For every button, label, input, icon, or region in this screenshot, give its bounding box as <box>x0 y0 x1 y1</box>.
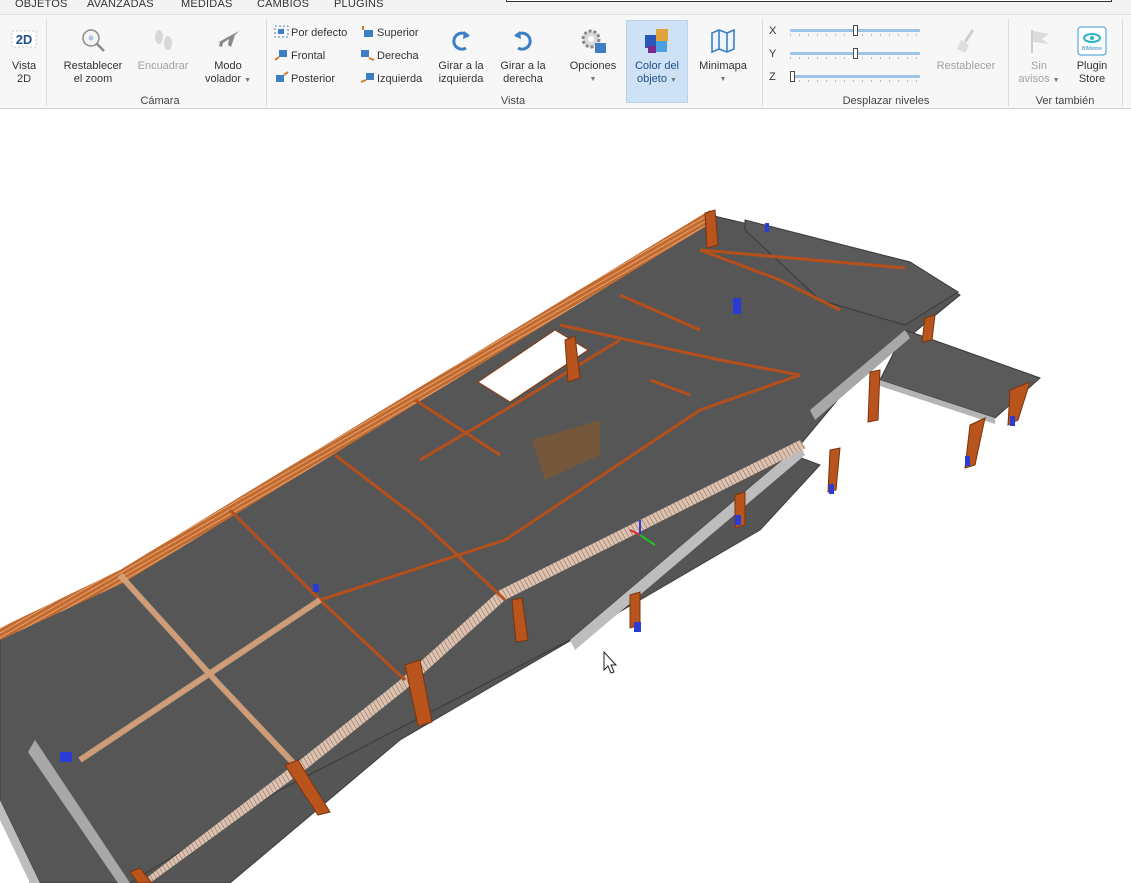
broom-icon <box>951 26 981 56</box>
view-default-label: Por defecto <box>291 27 348 39</box>
view-left-button[interactable]: Izquierda <box>360 71 422 86</box>
fit-label: Encuadrar <box>137 60 189 72</box>
view-front-label: Frontal <box>291 50 326 62</box>
object-color-button[interactable]: Color del objeto ▼ <box>626 20 688 103</box>
z-level-slider[interactable] <box>790 70 920 84</box>
tab-objetos[interactable]: OBJETOS <box>15 0 68 10</box>
view-2d-label: Vista <box>11 60 37 72</box>
fly-mode-label-2: volador <box>204 73 242 85</box>
warnings-label-2: avisos <box>1018 73 1050 85</box>
view-2d-button[interactable]: 2D Vista 2D <box>4 29 44 86</box>
view-top-button[interactable]: Superior <box>360 25 419 40</box>
y-slider-label: Y <box>769 48 777 60</box>
dropdown-caret-icon: ▼ <box>670 77 677 84</box>
fly-mode-button[interactable]: Modo volador ▼ <box>200 26 256 87</box>
rotate-left-label-2: izquierda <box>438 73 484 85</box>
dropdown-caret-icon: ▼ <box>589 76 597 83</box>
cube-left-icon <box>360 73 374 83</box>
reset-levels-button[interactable]: Restablecer <box>932 26 1000 73</box>
bimstore-logo-icon: BIMstore <box>1077 26 1107 56</box>
cube-right-icon <box>361 50 375 61</box>
object-color-label: Color del <box>634 60 680 72</box>
flag-icon <box>1024 26 1054 56</box>
options-label: Opciones <box>569 60 617 72</box>
view-2d-label-2: 2D <box>16 73 32 85</box>
warnings-button[interactable]: Sin avisos ▼ <box>1014 26 1064 87</box>
group-label-see-also: Ver también <box>1035 95 1095 107</box>
svg-text:2D: 2D <box>16 32 33 47</box>
3d-viewport[interactable] <box>0 110 1131 883</box>
airplane-icon <box>213 26 243 56</box>
warnings-label: Sin <box>1031 60 1047 72</box>
object-color-label-2: objeto <box>637 73 667 85</box>
footprints-icon <box>148 26 178 56</box>
colored-cubes-icon <box>642 26 672 56</box>
z-slider-thumb[interactable] <box>790 71 795 82</box>
minimap-label: Minimapa <box>699 60 747 72</box>
view-2d-icon: 2D <box>11 29 37 51</box>
rotate-right-icon <box>508 26 538 56</box>
z-slider-label: Z <box>769 71 776 83</box>
map-icon <box>708 26 738 56</box>
view-left-label: Izquierda <box>377 73 423 85</box>
view-front-button[interactable]: Frontal <box>274 48 325 63</box>
fly-mode-label: Modo <box>214 60 242 72</box>
group-label-camara: Cámara <box>140 95 180 107</box>
view-top-label: Superior <box>377 27 419 39</box>
view-default-icon <box>274 25 289 38</box>
tab-avanzadas[interactable]: AVANZADAS <box>87 0 154 10</box>
reset-zoom-button[interactable]: Restablecer el zoom <box>58 26 128 86</box>
fit-button[interactable]: Encuadrar <box>134 26 192 73</box>
rotate-right-label-2: derecha <box>503 73 543 85</box>
dropdown-caret-icon: ▼ <box>719 76 727 83</box>
x-slider-label: X <box>769 25 777 37</box>
tab-plugins[interactable]: PLUGINS <box>334 0 384 10</box>
reset-levels-label: Restablecer <box>936 60 996 72</box>
y-slider-thumb[interactable] <box>853 48 858 59</box>
group-label-vista: Vista <box>500 95 526 107</box>
minimap-button[interactable]: Minimapa ▼ <box>694 26 752 86</box>
view-right-label: Derecha <box>377 50 419 62</box>
view-back-label: Posterior <box>291 73 336 85</box>
magnifier-icon <box>78 26 108 56</box>
svg-text:BIMstore: BIMstore <box>1082 46 1102 52</box>
options-button[interactable]: Opciones ▼ <box>564 26 622 86</box>
ribbon-tab-strip: OBJETOS AVANZADAS MEDIDAS CAMBIOS PLUGIN… <box>0 0 1131 14</box>
dropdown-caret-icon: ▼ <box>1052 77 1060 84</box>
plugin-store-button[interactable]: BIMstore Plugin Store <box>1068 26 1116 86</box>
reset-zoom-label: Restablecer <box>63 60 123 72</box>
view-default-button[interactable]: Por defecto <box>274 25 347 40</box>
rotate-right-button[interactable]: Girar a la derecha <box>496 26 550 86</box>
plugin-store-label: Plugin <box>1076 60 1108 72</box>
tab-medidas[interactable]: MEDIDAS <box>181 0 233 10</box>
cube-top-icon <box>362 26 373 37</box>
rotate-left-label: Girar a la <box>438 60 484 72</box>
x-level-slider[interactable] <box>790 24 920 38</box>
rotate-left-button[interactable]: Girar a la izquierda <box>434 26 488 86</box>
rotate-right-label: Girar a la <box>500 60 546 72</box>
building-model[interactable] <box>0 110 1131 883</box>
y-level-slider[interactable] <box>790 47 920 61</box>
ribbon: 2D Vista 2D Restablecer el zoom Encuadra… <box>0 14 1131 109</box>
dropdown-caret-icon: ▼ <box>244 77 252 84</box>
x-slider-thumb[interactable] <box>853 25 858 36</box>
cube-front-icon <box>274 50 287 61</box>
cube-back-icon <box>276 71 289 82</box>
reset-zoom-label-2: el zoom <box>73 73 113 85</box>
view-right-button[interactable]: Derecha <box>360 48 419 63</box>
search-box[interactable] <box>506 0 1112 2</box>
rotate-left-icon <box>446 26 476 56</box>
gear-icon <box>578 26 608 56</box>
view-back-button[interactable]: Posterior <box>274 71 335 86</box>
group-label-levels: Desplazar niveles <box>842 95 930 107</box>
mouse-cursor-icon <box>603 650 618 674</box>
plugin-store-label-2: Store <box>1078 73 1106 85</box>
tab-cambios[interactable]: CAMBIOS <box>257 0 309 10</box>
